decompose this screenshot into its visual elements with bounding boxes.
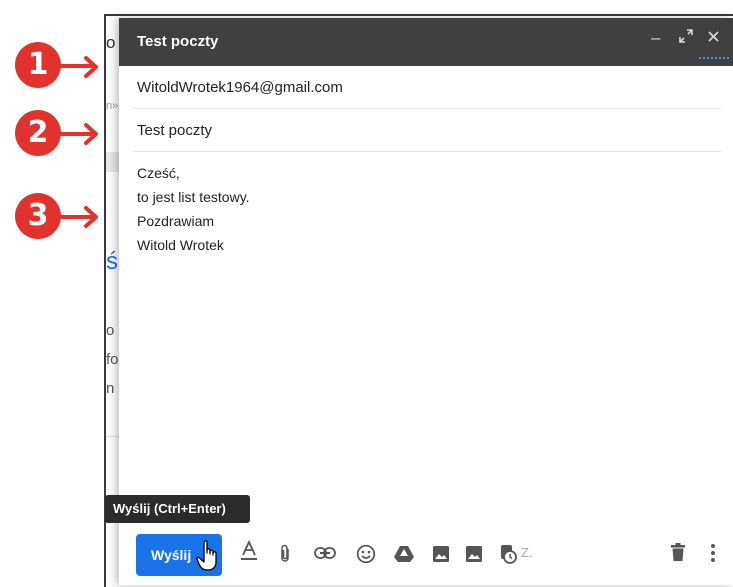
callout-badge-1: 1 xyxy=(15,42,61,88)
more-toolbar-label[interactable]: Z. xyxy=(521,545,533,560)
hand-cursor-icon xyxy=(196,540,222,577)
callout-badge-2: 2 xyxy=(15,110,61,156)
drive-icon[interactable] xyxy=(393,545,415,568)
background-text-fragment: o xyxy=(106,322,115,339)
subject-field[interactable]: Test poczty xyxy=(137,122,212,139)
background-text-fragment: fo xyxy=(106,351,119,368)
background-text-fragment: n» xyxy=(106,100,119,112)
text-format-icon[interactable] xyxy=(240,539,258,567)
body-line: to jest list testowy. xyxy=(137,189,250,205)
close-icon[interactable] xyxy=(707,28,720,48)
minimize-icon[interactable]: – xyxy=(651,28,660,48)
callout-number: 2 xyxy=(27,115,49,150)
arrow-right-icon xyxy=(60,55,102,84)
background-divider xyxy=(106,436,119,437)
callout-number: 1 xyxy=(27,47,49,82)
body-line: Pozdrawiam xyxy=(137,213,215,229)
title-bar-focus-underline xyxy=(699,57,729,59)
send-button-label: Wyślij xyxy=(151,547,192,563)
photo-icon[interactable] xyxy=(465,545,483,568)
arrow-right-icon xyxy=(60,205,102,234)
attach-icon[interactable] xyxy=(278,544,292,569)
arrow-right-icon xyxy=(60,122,102,151)
field-divider xyxy=(133,108,721,109)
emoji-icon[interactable] xyxy=(356,544,376,569)
body-line: Cześć, xyxy=(137,165,180,181)
background-text-fragment: n xyxy=(106,380,115,397)
compose-title-bar[interactable]: Test poczty – xyxy=(119,18,733,66)
send-tooltip-text: Wyślij (Ctrl+Enter) xyxy=(113,501,226,516)
callout-number: 3 xyxy=(27,198,49,233)
body-line: Witold Wrotek xyxy=(137,237,224,253)
expand-icon[interactable] xyxy=(679,28,693,48)
field-divider xyxy=(133,151,721,152)
recipient-field[interactable]: WitoldWrotek1964@gmail.com xyxy=(137,79,343,96)
background-panel-strip xyxy=(106,152,119,172)
more-options-icon[interactable] xyxy=(710,543,716,568)
background-text-fragment: ś xyxy=(106,248,118,275)
send-tooltip: Wyślij (Ctrl+Enter) xyxy=(105,495,250,523)
compose-title: Test poczty xyxy=(137,33,219,50)
photo-icon[interactable] xyxy=(432,545,450,568)
confidential-icon[interactable] xyxy=(498,543,518,570)
background-text-fragment: o xyxy=(106,33,116,52)
trash-icon[interactable] xyxy=(670,543,686,567)
link-icon[interactable] xyxy=(314,546,336,565)
message-body[interactable]: Cześć, to jest list testowy. Pozdrawiam … xyxy=(119,158,721,518)
callout-badge-3: 3 xyxy=(15,193,61,239)
